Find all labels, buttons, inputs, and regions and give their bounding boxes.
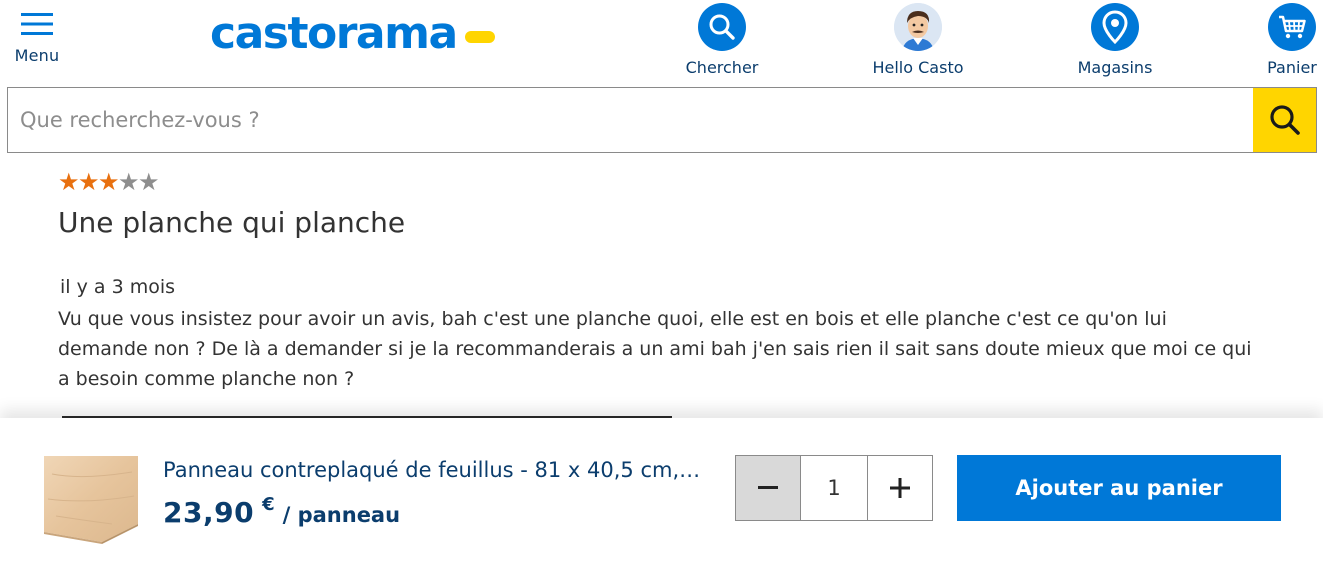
review-title: Une planche qui planche bbox=[58, 206, 406, 239]
cart-icon bbox=[1268, 3, 1316, 51]
add-to-cart-button[interactable]: Ajouter au panier bbox=[957, 455, 1281, 521]
star-filled-icon: ★ bbox=[78, 168, 100, 196]
nav-cart-button[interactable]: Panier bbox=[1262, 3, 1322, 77]
avatar-icon bbox=[894, 3, 942, 51]
product-thumbnail[interactable] bbox=[42, 454, 140, 544]
star-filled-icon: ★ bbox=[58, 168, 80, 196]
quantity-input[interactable] bbox=[801, 455, 867, 521]
increase-quantity-button[interactable] bbox=[867, 455, 933, 521]
search-icon bbox=[1269, 105, 1300, 135]
menu-button[interactable]: Menu bbox=[14, 10, 60, 65]
logo-accent-pill bbox=[464, 31, 495, 43]
nav-stores-label: Magasins bbox=[1077, 58, 1153, 77]
site-header: Menu castorama Chercher Hello Casto Maga… bbox=[0, 0, 1323, 87]
product-name[interactable]: Panneau contreplaqué de feuillus - 81 x … bbox=[163, 458, 703, 482]
nav-stores-button[interactable]: Magasins bbox=[1074, 3, 1156, 77]
plus-icon bbox=[890, 478, 910, 498]
decrease-quantity-button[interactable] bbox=[735, 455, 801, 521]
search-bar bbox=[7, 87, 1317, 153]
review-date: il y a 3 mois bbox=[60, 276, 176, 298]
sticky-add-to-cart-bar: Panneau contreplaqué de feuillus - 81 x … bbox=[0, 418, 1323, 583]
price-unit: / panneau bbox=[282, 503, 401, 527]
search-input[interactable] bbox=[8, 88, 1253, 152]
logo-text: castorama bbox=[210, 8, 458, 59]
nav-search-button[interactable]: Chercher bbox=[684, 3, 760, 77]
price-value: 23,90 bbox=[163, 496, 255, 529]
review-body: Vu que vous insistez pour avoir un avis,… bbox=[58, 308, 1252, 390]
menu-label: Menu bbox=[14, 46, 60, 65]
star-filled-icon: ★ bbox=[98, 168, 120, 196]
castorama-logo[interactable]: castorama bbox=[210, 10, 495, 58]
price-currency: € bbox=[262, 494, 275, 515]
search-icon bbox=[698, 3, 746, 51]
search-submit-button[interactable] bbox=[1253, 88, 1316, 152]
star-empty-icon: ★ bbox=[118, 168, 140, 196]
quantity-stepper bbox=[735, 455, 933, 521]
review-rating-stars: ★ ★ ★ ★ ★ bbox=[58, 168, 160, 196]
location-pin-icon bbox=[1091, 3, 1139, 51]
minus-icon bbox=[758, 486, 778, 489]
hamburger-icon bbox=[21, 13, 53, 35]
star-empty-icon: ★ bbox=[138, 168, 160, 196]
price: 23,90 € / panneau bbox=[163, 494, 401, 529]
nav-hello-casto-button[interactable]: Hello Casto bbox=[866, 3, 970, 77]
nav-search-label: Chercher bbox=[685, 58, 759, 77]
nav-cart-label: Panier bbox=[1267, 58, 1317, 77]
nav-hello-label: Hello Casto bbox=[872, 58, 964, 77]
